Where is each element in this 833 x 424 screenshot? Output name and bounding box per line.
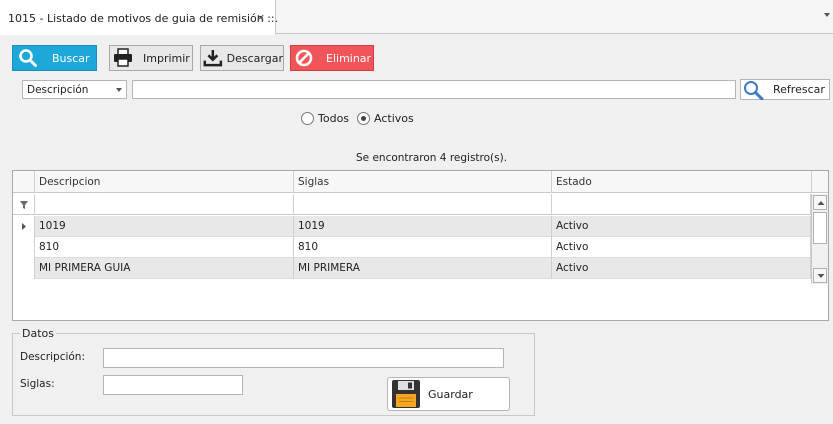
close-icon[interactable]: × — [256, 11, 265, 24]
caret-up-icon — [817, 201, 825, 205]
guardar-button[interactable]: Guardar — [387, 377, 510, 411]
filter-icon-cell — [13, 194, 35, 215]
radio-activos-label: Activos — [374, 112, 414, 125]
tab-title: 1015 - Listado de motivos de guia de rem… — [8, 12, 279, 25]
result-count: Se encontraron 4 registro(s). — [356, 152, 508, 164]
column-header-estado[interactable]: Estado — [552, 171, 812, 193]
filter-estado[interactable] — [552, 194, 811, 215]
radio-activos-circle[interactable] — [357, 112, 370, 125]
buscar-button[interactable]: Buscar — [12, 45, 97, 71]
siglas-field[interactable] — [103, 375, 243, 395]
descripcion-label: Descripción: — [20, 351, 85, 363]
tab-strip: 1015 - Listado de motivos de guia de rem… — [0, 0, 833, 35]
scroll-down-button[interactable] — [813, 268, 827, 283]
refrescar-label: Refrescar — [773, 83, 825, 96]
radio-todos[interactable]: Todos — [301, 112, 349, 125]
scroll-up-button[interactable] — [813, 195, 827, 210]
cell-descripcion[interactable]: 810 — [35, 237, 294, 258]
eliminar-button[interactable]: Eliminar — [290, 45, 374, 71]
buscar-label: Buscar — [52, 51, 90, 65]
column-header-siglas[interactable]: Siglas — [294, 171, 552, 193]
column-header-descripcion[interactable]: Descripcion — [35, 171, 294, 193]
grid-header: Descripcion Siglas Estado — [13, 171, 828, 193]
filter-siglas[interactable] — [294, 194, 552, 215]
descargar-label: Descargar — [226, 51, 283, 65]
header-indicator — [13, 171, 35, 193]
eliminar-label: Eliminar — [326, 51, 372, 65]
descripcion-field[interactable] — [103, 348, 504, 368]
caret-right-icon — [22, 223, 26, 230]
guardar-label: Guardar — [428, 387, 473, 401]
search-icon — [19, 49, 37, 67]
scroll-thumb[interactable] — [813, 212, 827, 244]
prohibited-icon — [295, 49, 313, 67]
cell-siglas[interactable]: MI PRIMERA — [294, 258, 552, 279]
printer-icon — [114, 48, 132, 67]
table-row[interactable]: 810 810 Activo — [13, 237, 811, 258]
chevron-down-icon[interactable] — [824, 13, 830, 17]
radio-todos-circle[interactable] — [301, 112, 314, 125]
filter-icon — [20, 201, 28, 209]
cell-descripcion[interactable]: 1019 — [35, 216, 294, 237]
download-icon — [203, 49, 223, 67]
caret-down-icon — [817, 274, 825, 278]
cell-descripcion[interactable]: MI PRIMERA GUIA — [35, 258, 294, 279]
radio-activos[interactable]: Activos — [357, 112, 414, 125]
field-select[interactable]: Descripción — [22, 80, 127, 99]
siglas-label: Siglas: — [20, 378, 55, 390]
refrescar-button[interactable]: Refrescar — [740, 79, 830, 100]
search-input[interactable] — [132, 80, 736, 99]
floppy-disk-icon — [392, 380, 420, 408]
cell-estado[interactable]: Activo — [552, 258, 811, 279]
table-row[interactable]: MI PRIMERA GUIA MI PRIMERA Activo — [13, 258, 811, 279]
filter-descripcion[interactable] — [35, 194, 294, 215]
cell-estado[interactable]: Activo — [552, 237, 811, 258]
row-indicator — [13, 258, 35, 279]
data-grid: Descripcion Siglas Estado 1019 1019 Acti… — [12, 170, 829, 321]
imprimir-button[interactable]: Imprimir — [109, 45, 193, 71]
tab-listado[interactable]: 1015 - Listado de motivos de guia de rem… — [0, 0, 279, 35]
cell-siglas[interactable]: 1019 — [294, 216, 552, 237]
row-indicator — [13, 216, 35, 237]
imprimir-label: Imprimir — [143, 51, 190, 65]
table-row[interactable]: 1019 1019 Activo — [13, 216, 811, 237]
search-icon — [744, 80, 764, 100]
grid-scrollbar[interactable] — [811, 194, 828, 284]
datos-title: Datos — [20, 327, 56, 340]
grid-filter-row — [13, 194, 811, 215]
cell-siglas[interactable]: 810 — [294, 237, 552, 258]
radio-todos-label: Todos — [318, 112, 350, 125]
row-indicator — [13, 237, 35, 258]
field-select-value: Descripción — [27, 84, 89, 96]
chevron-down-icon — [116, 88, 122, 92]
descargar-button[interactable]: Descargar — [200, 45, 284, 71]
cell-estado[interactable]: Activo — [552, 216, 811, 237]
